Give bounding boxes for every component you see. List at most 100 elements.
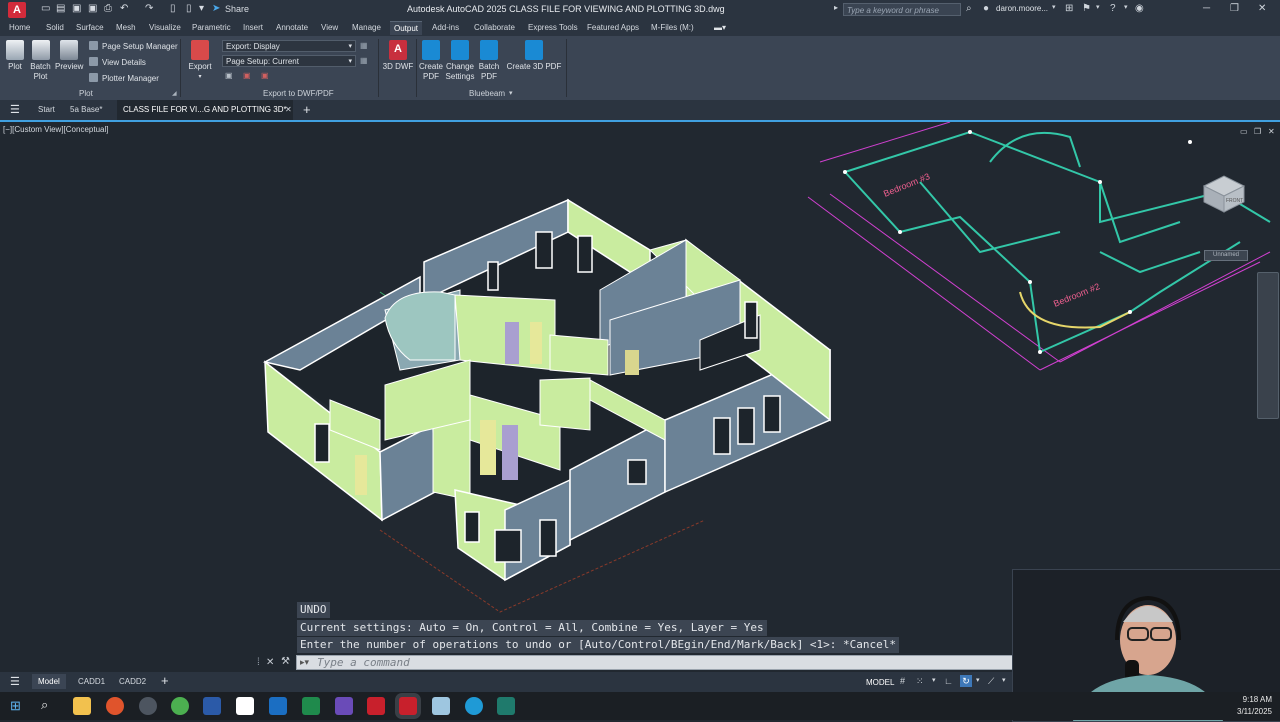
acrobat-icon[interactable] (236, 697, 254, 715)
chevron-down-icon[interactable]: ▾ (976, 676, 980, 684)
chevron-down-icon[interactable]: ▾ (1052, 3, 1056, 11)
export-pdf-small-icon[interactable]: ▣ (261, 71, 269, 80)
assistant-icon[interactable]: ◉ (1135, 3, 1144, 14)
polar-tracking-icon[interactable]: ↻ (960, 675, 972, 687)
outlook-icon[interactable] (269, 697, 287, 715)
save-as-icon[interactable]: ▣ (88, 3, 97, 14)
search-icon[interactable]: ⌕ (966, 3, 972, 14)
close-icon[interactable]: ✕ (1258, 3, 1266, 14)
search-icon[interactable]: ⌕ (41, 697, 48, 713)
restore-icon[interactable]: ❐ (1230, 3, 1239, 14)
menu-icon[interactable]: ☰ (10, 675, 20, 688)
close-tab-icon[interactable]: ✕ (285, 105, 292, 114)
plot-icon[interactable]: ⎙ (104, 3, 112, 14)
plotter-manager-button[interactable]: Plotter Manager (89, 73, 159, 83)
tab-home[interactable]: Home (9, 23, 30, 32)
share-button[interactable]: Share (225, 4, 249, 14)
settings-icon[interactable] (139, 697, 157, 715)
ribbon-options-icon[interactable]: ▬▾ (714, 23, 726, 32)
autocad-icon[interactable] (367, 697, 385, 715)
tab-parametric[interactable]: Parametric (192, 23, 231, 32)
preview-export-icon[interactable]: ▣ (225, 71, 233, 80)
workspace-icon[interactable]: ▯ (170, 3, 176, 14)
undo-icon[interactable]: ↶ (120, 3, 128, 14)
chevron-down-icon[interactable]: ▾ (199, 3, 204, 14)
chevron-down-icon[interactable]: ▾ (932, 676, 936, 684)
tab-express-tools[interactable]: Express Tools (528, 23, 578, 32)
user-icon[interactable]: ● (983, 3, 989, 14)
create-pdf-button[interactable]: Create PDF (418, 40, 444, 82)
page-setup-manager-button[interactable]: Page Setup Manager (89, 41, 178, 51)
viewport-close-icon[interactable]: ✕ (1268, 127, 1275, 136)
command-input[interactable]: Type a command (296, 655, 1023, 670)
teams-icon[interactable] (335, 697, 353, 715)
layout-tab-cadd1[interactable]: CADD1 (78, 677, 105, 686)
layout-tab-cadd2[interactable]: CADD2 (119, 677, 146, 686)
autocad-logo-icon[interactable]: A (8, 2, 26, 18)
chevron-down-icon[interactable]: ▾ (1096, 3, 1100, 11)
autocad-active-icon[interactable] (399, 697, 417, 715)
chevron-down-icon[interactable]: ▾ (509, 89, 513, 97)
tab-insert[interactable]: Insert (243, 23, 263, 32)
cart-icon[interactable]: ⊞ (1065, 3, 1073, 14)
page-setup-options-icon[interactable]: ▦ (360, 56, 368, 65)
save-icon[interactable]: ▣ (72, 3, 81, 14)
tab-solid[interactable]: Solid (46, 23, 64, 32)
tab-manage[interactable]: Manage (352, 23, 381, 32)
chevron-down-icon[interactable]: ▾ (1002, 676, 1006, 684)
isodraft-icon[interactable]: ⟋ (988, 676, 994, 687)
chevron-down-icon[interactable]: ▾ (1124, 3, 1128, 11)
tab-visualize[interactable]: Visualize (149, 23, 181, 32)
windows-start-icon[interactable]: ⊞ (10, 698, 21, 714)
export-settings-icon[interactable]: ▣ (243, 71, 251, 80)
tab-collaborate[interactable]: Collaborate (474, 23, 515, 32)
export-button[interactable]: Export ▾ (186, 40, 214, 82)
preview-button[interactable]: Preview (55, 40, 83, 72)
bluebeam-panel-title[interactable]: Bluebeam (469, 89, 505, 98)
open-file-icon[interactable]: ▤ (56, 3, 65, 14)
viewport-restore-icon[interactable]: ❐ (1254, 127, 1261, 136)
close-command-icon[interactable]: ✕ (266, 657, 274, 668)
tab-add-ins[interactable]: Add-ins (432, 23, 459, 32)
customize-wrench-icon[interactable]: ⚒ (281, 656, 290, 667)
new-file-icon[interactable]: ▭ (41, 3, 50, 14)
help-icon[interactable]: ? (1110, 3, 1116, 14)
new-tab-icon[interactable]: + (303, 102, 311, 117)
share-icon[interactable]: ➤ (212, 3, 220, 14)
user-name[interactable]: daron.moore... (996, 4, 1048, 13)
ortho-icon[interactable]: ∟ (944, 676, 953, 686)
viewcube[interactable]: FRONT (1200, 172, 1248, 214)
snap-icon[interactable]: ⁙ (916, 676, 924, 687)
chrome-icon[interactable] (171, 697, 189, 715)
excel-icon[interactable] (302, 697, 320, 715)
tab-annotate[interactable]: Annotate (276, 23, 308, 32)
tab-output[interactable]: Output (390, 21, 423, 35)
tab-featured-apps[interactable]: Featured Apps (587, 23, 639, 32)
wcs-menu[interactable]: Unnamed (1204, 250, 1248, 261)
view-details-button[interactable]: View Details (89, 57, 146, 67)
layout-tab-model[interactable]: Model (32, 674, 66, 689)
terminal-icon[interactable] (497, 697, 515, 715)
add-layout-icon[interactable]: + (161, 673, 169, 688)
navigation-bar[interactable] (1257, 272, 1279, 419)
search-input[interactable]: Type a keyword or phrase (843, 3, 961, 16)
tab-m-files[interactable]: M-Files (M:) (651, 23, 694, 32)
firefox-icon[interactable] (106, 697, 124, 715)
notes-icon[interactable] (432, 697, 450, 715)
menu-icon[interactable]: ☰ (10, 103, 20, 116)
create-3d-pdf-button[interactable]: Create 3D PDF (506, 40, 562, 72)
3d-dwf-button[interactable]: A 3D DWF (382, 40, 414, 72)
chevron-right-icon[interactable]: ▸ (834, 3, 838, 12)
batch-plot-button[interactable]: Batch Plot (28, 40, 53, 82)
redo-icon[interactable]: ↷ (145, 3, 153, 14)
plot-button[interactable]: Plot (4, 40, 26, 72)
tab-mesh[interactable]: Mesh (116, 23, 136, 32)
system-clock[interactable]: 9:18 AM 3/11/2025 (1237, 694, 1272, 718)
grip-icon[interactable]: ⁞ (257, 657, 260, 668)
file-tab-5a-base[interactable]: 5a Base* (70, 105, 102, 114)
export-options-icon[interactable]: ▦ (360, 41, 368, 50)
page-setup-select[interactable]: Page Setup: Current ▾ (222, 55, 356, 67)
minimize-icon[interactable]: ─ (1203, 3, 1210, 14)
panel-launcher-icon[interactable]: ◢ (172, 90, 177, 97)
batch-pdf-button[interactable]: Batch PDF (476, 40, 502, 82)
